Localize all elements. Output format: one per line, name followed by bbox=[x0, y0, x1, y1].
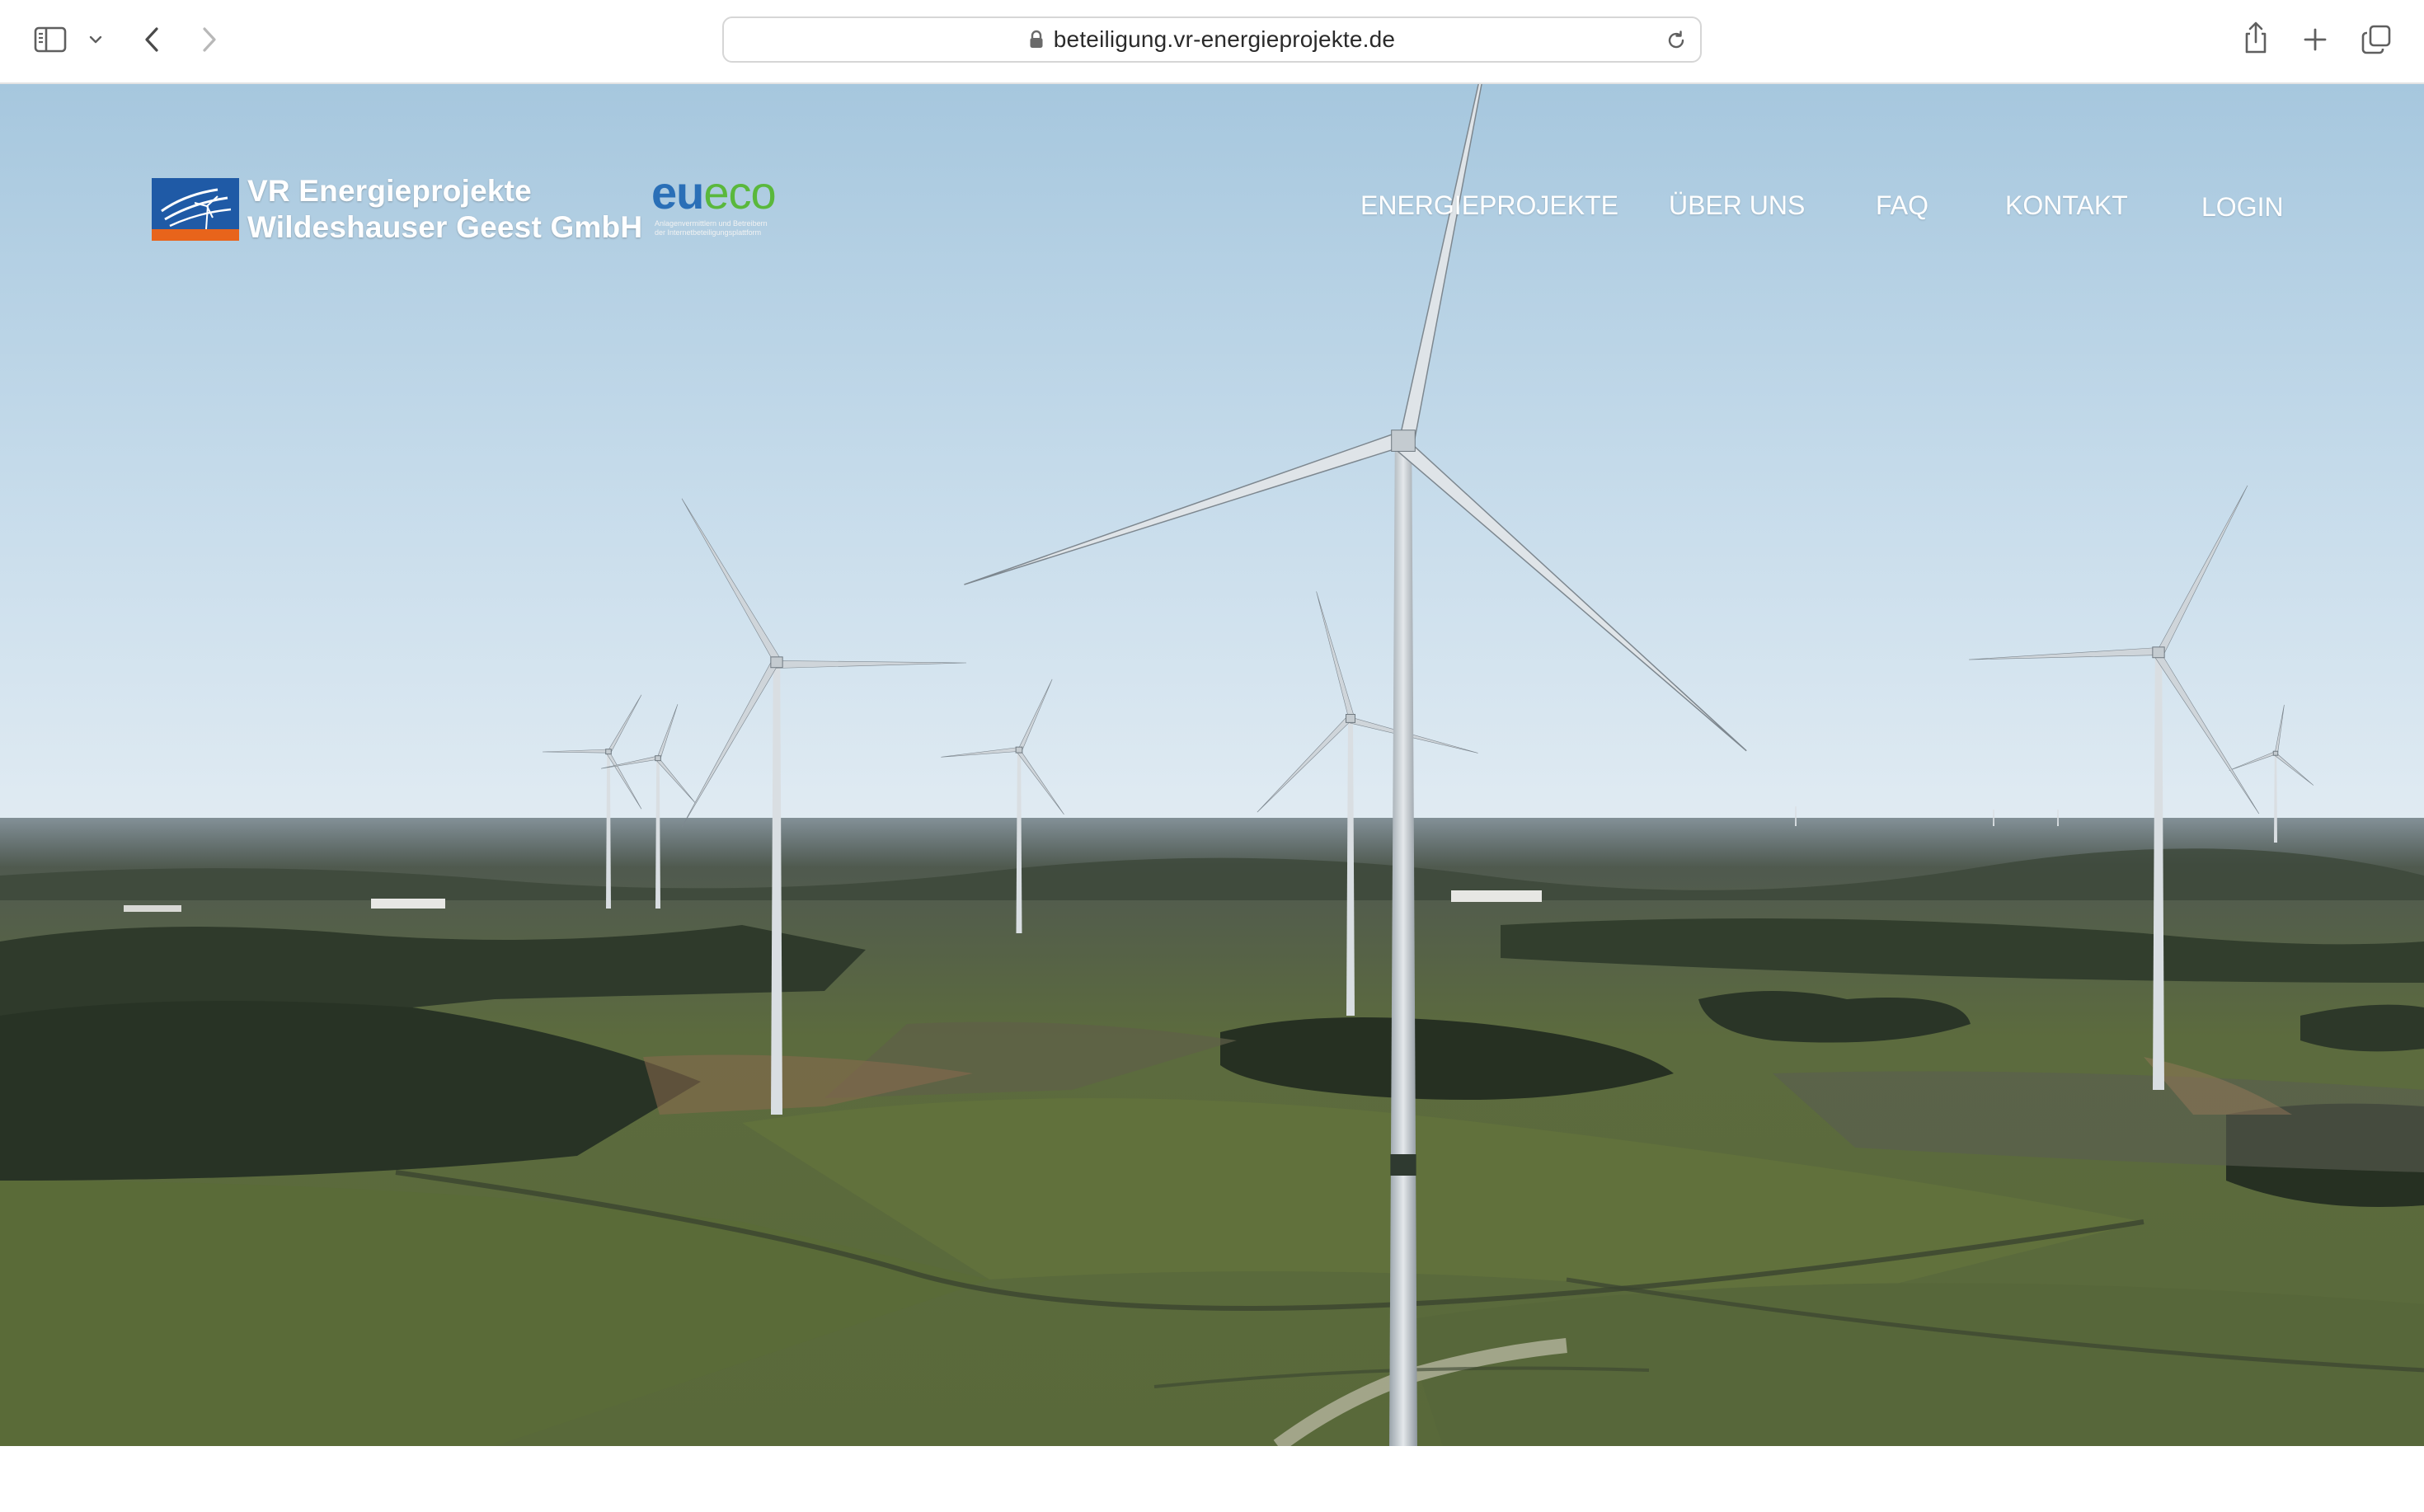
nav-login[interactable]: LOGIN bbox=[2201, 186, 2284, 228]
url-text: beteiligung.vr-energieprojekte.de bbox=[1053, 26, 1396, 52]
nav-kontakt[interactable]: KONTAKT bbox=[2005, 185, 2128, 226]
nav-ueber-uns[interactable]: ÜBER UNS bbox=[1669, 185, 1805, 226]
chevron-left-icon bbox=[145, 27, 158, 52]
wind-farm-scene bbox=[0, 84, 2424, 1446]
sidebar-icon bbox=[34, 26, 67, 53]
nav-energieprojekte[interactable]: ENERGIEPROJEKTE bbox=[1360, 185, 1618, 226]
eueco-tagline-2: der Internetbeteiligungsplattform bbox=[655, 228, 762, 237]
share-button[interactable] bbox=[2239, 18, 2272, 58]
tab-overview-button[interactable] bbox=[2358, 21, 2394, 58]
plus-icon bbox=[2304, 28, 2327, 51]
main-nav: ENERGIEPROJEKTE ÜBER UNS FAQ KONTAKT LOG… bbox=[0, 185, 2424, 226]
back-button[interactable] bbox=[137, 21, 167, 58]
share-icon bbox=[2245, 21, 2267, 54]
sidebar-menu-button[interactable] bbox=[86, 30, 106, 49]
new-tab-button[interactable] bbox=[2299, 23, 2332, 56]
nav-faq[interactable]: FAQ bbox=[1876, 185, 1928, 226]
reload-button[interactable] bbox=[1664, 28, 1689, 53]
browser-toolbar: beteiligung.vr-energieprojekte.de bbox=[0, 0, 2424, 84]
forward-button[interactable] bbox=[195, 21, 224, 58]
reload-icon bbox=[1668, 31, 1684, 49]
hero-video: VR Energieprojekte Wildeshauser Geest Gm… bbox=[0, 84, 2424, 1446]
chevron-down-icon bbox=[89, 35, 102, 44]
page-below-hero bbox=[0, 1446, 2424, 1512]
sidebar-toggle-button[interactable] bbox=[31, 23, 69, 56]
chevron-right-icon bbox=[203, 27, 216, 52]
tabs-overview-icon bbox=[2361, 25, 2391, 54]
lock-icon bbox=[1030, 30, 1043, 48]
address-bar[interactable]: beteiligung.vr-energieprojekte.de bbox=[722, 16, 1702, 63]
